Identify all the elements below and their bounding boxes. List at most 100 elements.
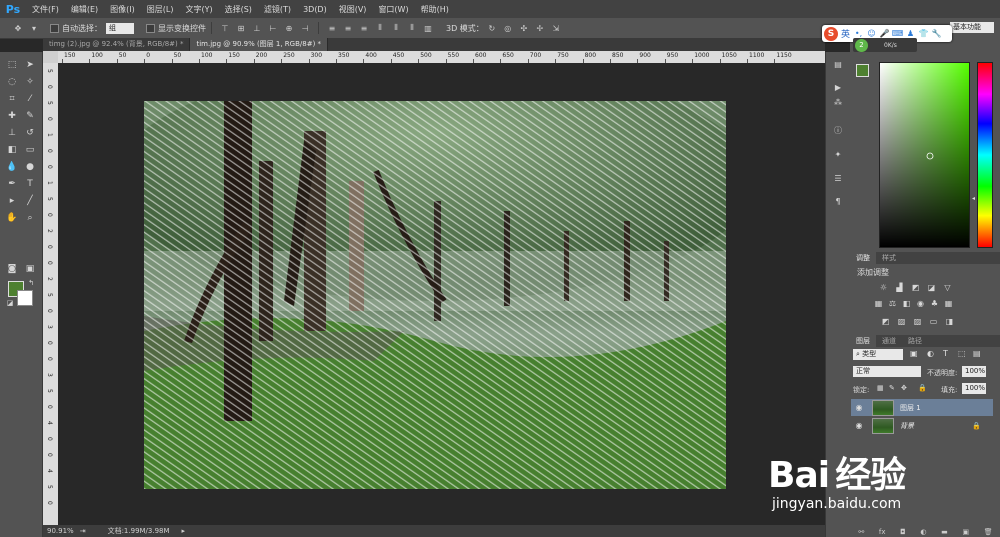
- delete-layer-icon[interactable]: 🗑: [984, 528, 993, 536]
- threshold-icon[interactable]: ▨: [912, 317, 923, 326]
- exposure-icon[interactable]: ◪: [926, 283, 937, 292]
- invert-icon[interactable]: ◩: [880, 317, 891, 326]
- clone-stamp-icon[interactable]: ⊥: [5, 126, 19, 139]
- tab-tim[interactable]: tim.jpg @ 90.9% (图层 1, RGB/8#) *: [190, 38, 329, 51]
- punctuation-icon[interactable]: •,: [854, 29, 863, 39]
- color-lookup-icon[interactable]: ▦: [943, 299, 954, 308]
- filter-shape-icon[interactable]: ⬚: [958, 349, 966, 358]
- microphone-icon[interactable]: 🎤: [880, 29, 890, 39]
- curves-icon[interactable]: ◩: [910, 283, 921, 292]
- crop-tool-icon[interactable]: ⌗: [5, 92, 19, 105]
- ime-language-toggle[interactable]: 英: [841, 27, 850, 40]
- vertical-ruler[interactable]: 5 0 5 0 1 0 0 1 5 0 2 0 0 2 5 0 3 0 0 3 5 0 4 0 0 4 5 0: [43, 63, 58, 525]
- magic-wand-icon[interactable]: ✧: [23, 75, 37, 88]
- distribute-top-icon[interactable]: ≡: [326, 22, 338, 34]
- levels-icon[interactable]: ▟: [894, 283, 905, 292]
- align-bottom-icon[interactable]: ⊥: [251, 22, 263, 34]
- pen-tool-icon[interactable]: ✒: [5, 177, 19, 190]
- black-white-icon[interactable]: ◧: [901, 299, 912, 308]
- zoom-tool-icon[interactable]: ⌕: [23, 211, 37, 224]
- color-panel-foreground-swatch[interactable]: [856, 64, 869, 77]
- brush-tool-icon[interactable]: ✎: [23, 109, 37, 122]
- distribute-left-icon[interactable]: ⦀: [374, 22, 386, 34]
- skin-icon[interactable]: 👕: [919, 29, 929, 39]
- info-panel-icon[interactable]: ⓘ: [831, 124, 845, 136]
- eye-icon[interactable]: ◉: [853, 420, 865, 432]
- background-color-swatch[interactable]: [17, 290, 33, 306]
- menu-3d[interactable]: 3D(D): [297, 5, 333, 14]
- move-tool-icon[interactable]: ➤: [23, 58, 37, 71]
- auto-select-dropdown[interactable]: 组: [106, 22, 134, 34]
- menu-window[interactable]: 窗口(W): [372, 4, 414, 15]
- paragraph-panel-icon[interactable]: ¶: [831, 195, 845, 207]
- new-layer-icon[interactable]: ▣: [962, 528, 969, 536]
- 3d-scale-icon[interactable]: ⇲: [550, 22, 562, 34]
- menu-help[interactable]: 帮助(H): [415, 4, 455, 15]
- hand-tool-icon[interactable]: ✋: [5, 211, 19, 224]
- menu-image[interactable]: 图像(I): [104, 4, 141, 15]
- lock-pixels-icon[interactable]: ✎: [889, 384, 895, 392]
- distribute-hcenter-icon[interactable]: ⦀: [390, 22, 402, 34]
- menu-filter[interactable]: 滤镜(T): [258, 4, 297, 15]
- forest-photo[interactable]: [144, 101, 726, 489]
- dodge-tool-icon[interactable]: ●: [23, 160, 37, 173]
- zoom-level[interactable]: 90.91%: [47, 527, 74, 535]
- auto-align-icon[interactable]: ▥: [422, 22, 434, 34]
- add-mask-icon[interactable]: ◘: [900, 528, 906, 536]
- eyedropper-icon[interactable]: ⁄: [23, 92, 37, 105]
- swap-colors-icon[interactable]: ↰: [24, 276, 38, 289]
- distribute-vcenter-icon[interactable]: ≡: [342, 22, 354, 34]
- menu-view[interactable]: 视图(V): [333, 4, 373, 15]
- color-saturation-field[interactable]: [879, 62, 970, 248]
- network-percent[interactable]: 2: [855, 38, 868, 52]
- filter-smart-icon[interactable]: ▤: [973, 349, 981, 358]
- blur-tool-icon[interactable]: 💧: [5, 160, 19, 173]
- vibrance-icon[interactable]: ▽: [942, 283, 953, 292]
- layer-row[interactable]: ◉ 图层 1: [851, 399, 993, 416]
- status-menu-icon[interactable]: ▸: [182, 527, 186, 535]
- user-icon[interactable]: ♟: [906, 29, 915, 39]
- fill-field[interactable]: 100%: [962, 383, 986, 394]
- path-select-icon[interactable]: ▸: [5, 194, 19, 207]
- align-hcenter-icon[interactable]: ⊕: [283, 22, 295, 34]
- hue-saturation-icon[interactable]: ▦: [873, 299, 884, 308]
- posterize-icon[interactable]: ▨: [896, 317, 907, 326]
- 3d-drag-icon[interactable]: ✣: [518, 22, 530, 34]
- healing-brush-icon[interactable]: ✚: [5, 109, 19, 122]
- default-colors-icon[interactable]: ◪: [3, 296, 17, 309]
- show-transform-checkbox[interactable]: [146, 23, 155, 33]
- layer-row[interactable]: ◉ 背景 🔒: [851, 417, 993, 434]
- ruler-origin[interactable]: [43, 51, 58, 63]
- line-tool-icon[interactable]: ╱: [23, 194, 37, 207]
- menu-layer[interactable]: 图层(L): [141, 4, 180, 15]
- menu-file[interactable]: 文件(F): [26, 4, 65, 15]
- actions-panel-icon[interactable]: ▶: [831, 81, 845, 93]
- gradient-tool-icon[interactable]: ▭: [23, 143, 37, 156]
- 3d-rotate-icon[interactable]: ↻: [486, 22, 498, 34]
- tool-presets-icon[interactable]: ✦: [831, 148, 845, 160]
- history-panel-icon[interactable]: ▤: [831, 58, 845, 70]
- layer-filter-dropdown[interactable]: ⌕ 类型: [853, 349, 903, 360]
- lasso-tool-icon[interactable]: ◌: [5, 75, 19, 88]
- workspace-switcher[interactable]: 基本功能: [950, 22, 994, 33]
- new-adjustment-icon[interactable]: ◐: [920, 528, 926, 536]
- eye-icon[interactable]: ◉: [853, 402, 865, 414]
- lock-all-icon[interactable]: 🔒: [918, 384, 927, 392]
- blend-mode-dropdown[interactable]: 正常: [853, 366, 921, 377]
- gradient-map-icon[interactable]: ▭: [928, 317, 939, 326]
- align-left-icon[interactable]: ⊢: [267, 22, 279, 34]
- channel-mixer-icon[interactable]: ♣: [929, 299, 940, 308]
- selective-color-icon[interactable]: ◨: [944, 317, 955, 326]
- align-top-icon[interactable]: ⊤: [219, 22, 231, 34]
- chevron-down-icon[interactable]: ▾: [28, 22, 40, 34]
- tab-paths[interactable]: 路径: [902, 335, 928, 347]
- emoji-icon[interactable]: ☺: [867, 29, 876, 39]
- history-brush-icon[interactable]: ↺: [23, 126, 37, 139]
- sogou-logo-icon[interactable]: S: [824, 26, 838, 41]
- opacity-field[interactable]: 100%: [962, 366, 986, 377]
- 3d-slide-icon[interactable]: ✢: [534, 22, 546, 34]
- tab-timg-2[interactable]: timg (2).jpg @ 92.4% (背景, RGB/8#) *: [43, 38, 191, 51]
- filter-type-icon[interactable]: T: [943, 349, 948, 358]
- filter-pixel-icon[interactable]: ▣: [910, 349, 918, 358]
- 3d-roll-icon[interactable]: ◎: [502, 22, 514, 34]
